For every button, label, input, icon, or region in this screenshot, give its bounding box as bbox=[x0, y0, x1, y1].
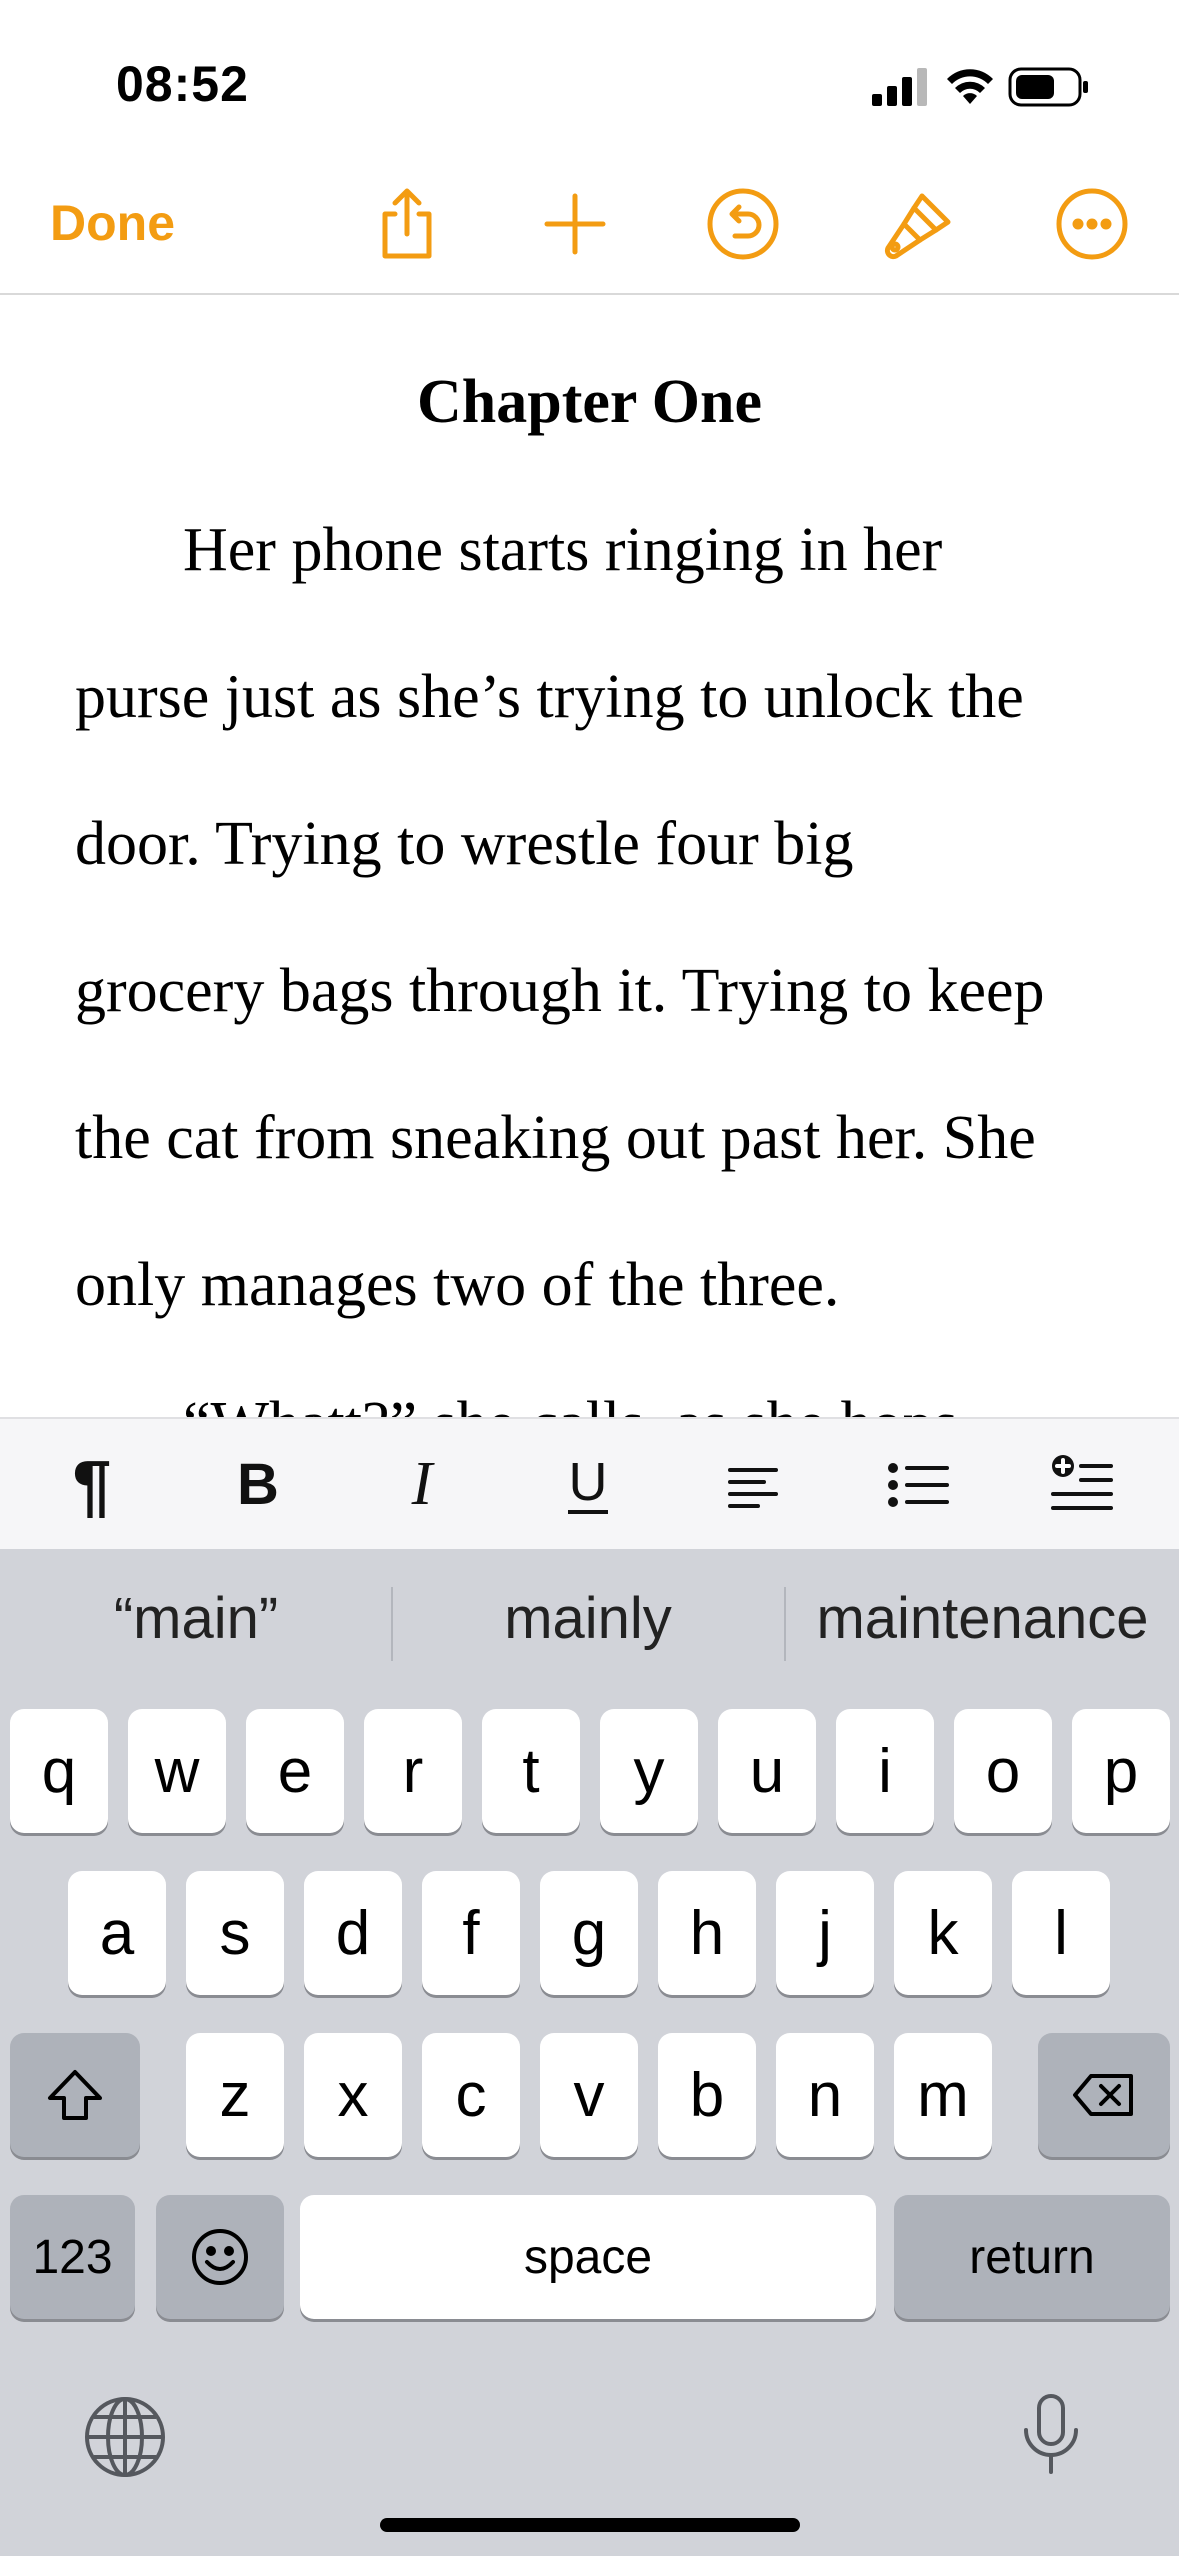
backspace-icon bbox=[1073, 2074, 1133, 2116]
align-left-icon[interactable] bbox=[713, 1445, 793, 1525]
key-m[interactable]: m bbox=[894, 2033, 992, 2157]
editor-toolbar: Done bbox=[0, 170, 1179, 295]
prediction-option[interactable]: “main” bbox=[0, 1585, 392, 1652]
key-h[interactable]: h bbox=[658, 1871, 756, 1995]
prediction-option[interactable]: mainly bbox=[392, 1585, 784, 1652]
key-t[interactable]: t bbox=[482, 1709, 580, 1833]
insert-icon[interactable] bbox=[1042, 1445, 1122, 1525]
document-body[interactable]: Chapter One Her phone starts ringing in … bbox=[0, 297, 1179, 1417]
key-r[interactable]: r bbox=[364, 1709, 462, 1833]
key-y[interactable]: y bbox=[600, 1709, 698, 1833]
key-v[interactable]: v bbox=[540, 2033, 638, 2157]
share-icon[interactable] bbox=[367, 184, 447, 264]
format-bar: ¶ B I U bbox=[0, 1417, 1179, 1549]
space-key[interactable]: space bbox=[300, 2195, 876, 2319]
format-brush-icon[interactable] bbox=[878, 184, 958, 264]
italic-icon[interactable]: I bbox=[382, 1445, 462, 1525]
microphone-icon[interactable] bbox=[1006, 2390, 1096, 2480]
key-q[interactable]: q bbox=[10, 1709, 108, 1833]
predictive-text-bar: “main” mainly maintenance bbox=[0, 1549, 1179, 1679]
space-key-label: space bbox=[523, 2230, 653, 2284]
key-l[interactable]: l bbox=[1012, 1871, 1110, 1995]
return-key[interactable]: return bbox=[894, 2195, 1170, 2319]
home-indicator[interactable] bbox=[380, 2518, 800, 2532]
key-f[interactable]: f bbox=[422, 1871, 520, 1995]
backspace-key[interactable] bbox=[1038, 2033, 1170, 2157]
paragraph-icon: ¶ bbox=[72, 1446, 112, 1524]
document-line: “Whatt?” she calls, as she hops bbox=[183, 1389, 958, 1417]
document-line: the cat from sneaking out past her. She bbox=[75, 1104, 1036, 1172]
cellular-signal-icon bbox=[872, 68, 930, 106]
key-a[interactable]: a bbox=[68, 1871, 166, 1995]
key-e[interactable]: e bbox=[246, 1709, 344, 1833]
key-p[interactable]: p bbox=[1072, 1709, 1170, 1833]
globe-icon[interactable] bbox=[80, 2392, 170, 2482]
paragraph-style-button[interactable]: ¶ bbox=[52, 1445, 132, 1525]
numbers-key[interactable]: 123 bbox=[10, 2195, 135, 2319]
done-button[interactable]: Done bbox=[50, 194, 175, 252]
key-d[interactable]: d bbox=[304, 1871, 402, 1995]
document-line: door. Trying to wrestle four big bbox=[75, 810, 854, 878]
undo-icon[interactable] bbox=[703, 184, 783, 264]
emoji-key[interactable] bbox=[156, 2195, 284, 2319]
shift-icon bbox=[48, 2070, 102, 2120]
key-z[interactable]: z bbox=[186, 2033, 284, 2157]
bold-icon[interactable]: B bbox=[218, 1445, 298, 1525]
emoji-icon bbox=[192, 2229, 248, 2285]
key-x[interactable]: x bbox=[304, 2033, 402, 2157]
document-line: purse just as she’s trying to unlock the bbox=[75, 663, 1024, 731]
svg-text:I: I bbox=[411, 1450, 436, 1518]
status-time: 08:52 bbox=[116, 56, 249, 112]
chapter-title: Chapter One bbox=[416, 368, 763, 436]
numbers-key-label: 123 bbox=[32, 2230, 113, 2284]
key-b[interactable]: b bbox=[658, 2033, 756, 2157]
key-u[interactable]: u bbox=[718, 1709, 816, 1833]
shift-key[interactable] bbox=[10, 2033, 140, 2157]
prediction-option[interactable]: maintenance bbox=[786, 1585, 1179, 1652]
key-j[interactable]: j bbox=[776, 1871, 874, 1995]
bulleted-list-icon[interactable] bbox=[878, 1445, 958, 1525]
document-line: only manages two of the three. bbox=[75, 1251, 840, 1319]
key-g[interactable]: g bbox=[540, 1871, 638, 1995]
key-c[interactable]: c bbox=[422, 2033, 520, 2157]
document-line: grocery bags through it. Trying to keep bbox=[75, 957, 1045, 1025]
return-key-label: return bbox=[969, 2230, 1095, 2284]
document-line: Her phone starts ringing in her bbox=[183, 516, 943, 584]
more-options-icon[interactable] bbox=[1052, 184, 1132, 264]
battery-icon bbox=[1008, 67, 1090, 107]
status-bar: 08:52 bbox=[0, 0, 1179, 170]
key-o[interactable]: o bbox=[954, 1709, 1052, 1833]
add-icon[interactable] bbox=[535, 184, 615, 264]
key-w[interactable]: w bbox=[128, 1709, 226, 1833]
underline-icon[interactable]: U bbox=[548, 1445, 628, 1525]
wifi-icon bbox=[946, 64, 994, 108]
key-i[interactable]: i bbox=[836, 1709, 934, 1833]
key-k[interactable]: k bbox=[894, 1871, 992, 1995]
svg-text:U: U bbox=[569, 1452, 608, 1512]
svg-text:B: B bbox=[237, 1452, 279, 1517]
key-n[interactable]: n bbox=[776, 2033, 874, 2157]
keyboard: “main” mainly maintenance q w e r t y u … bbox=[0, 1549, 1179, 2556]
key-s[interactable]: s bbox=[186, 1871, 284, 1995]
